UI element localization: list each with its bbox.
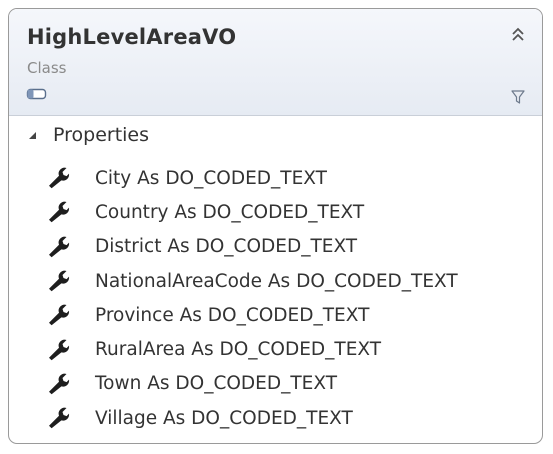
wrench-icon (49, 339, 70, 360)
class-shape-icon (26, 88, 47, 100)
property-item[interactable]: RuralArea As DO_CODED_TEXT (47, 332, 458, 366)
property-label: Village As DO_CODED_TEXT (95, 407, 353, 429)
filter-icon[interactable] (510, 89, 526, 105)
wrench-icon (49, 167, 70, 189)
property-label: District As DO_CODED_TEXT (95, 236, 358, 258)
double-chevron-up-icon[interactable] (510, 25, 526, 45)
wrench-icon (49, 202, 70, 223)
wrench-icon (49, 270, 70, 292)
wrench-icon (49, 407, 70, 429)
section-label: Properties (53, 124, 150, 146)
property-item[interactable]: District As DO_CODED_TEXT (47, 230, 458, 264)
class-header: HighLevelAreaVO Class (9, 9, 542, 116)
property-item[interactable]: City As DO_CODED_TEXT (47, 161, 458, 195)
class-name: HighLevelAreaVO (27, 25, 237, 49)
triangle-expanded-icon[interactable] (27, 129, 39, 141)
class-shape[interactable]: HighLevelAreaVO Class Properties City As… (8, 8, 543, 444)
wrench-icon (49, 373, 70, 395)
class-kind-label: Class (27, 59, 67, 77)
property-label: Province As DO_CODED_TEXT (95, 304, 370, 326)
property-label: RuralArea As DO_CODED_TEXT (95, 339, 382, 361)
property-item[interactable]: Province As DO_CODED_TEXT (47, 298, 458, 332)
property-item[interactable]: Town As DO_CODED_TEXT (47, 367, 458, 401)
property-label: Country As DO_CODED_TEXT (95, 201, 365, 223)
section-header-properties[interactable]: Properties (27, 122, 149, 148)
property-item[interactable]: NationalAreaCode As DO_CODED_TEXT (47, 264, 458, 298)
property-item[interactable]: Country As DO_CODED_TEXT (47, 195, 458, 229)
property-item[interactable]: Village As DO_CODED_TEXT (47, 401, 458, 435)
property-label: City As DO_CODED_TEXT (95, 167, 327, 189)
property-label: Town As DO_CODED_TEXT (95, 373, 337, 395)
properties-list: City As DO_CODED_TEXT Country As DO_CODE… (47, 161, 458, 435)
wrench-icon (49, 236, 70, 257)
property-label: NationalAreaCode As DO_CODED_TEXT (95, 270, 458, 292)
wrench-icon (49, 305, 70, 326)
